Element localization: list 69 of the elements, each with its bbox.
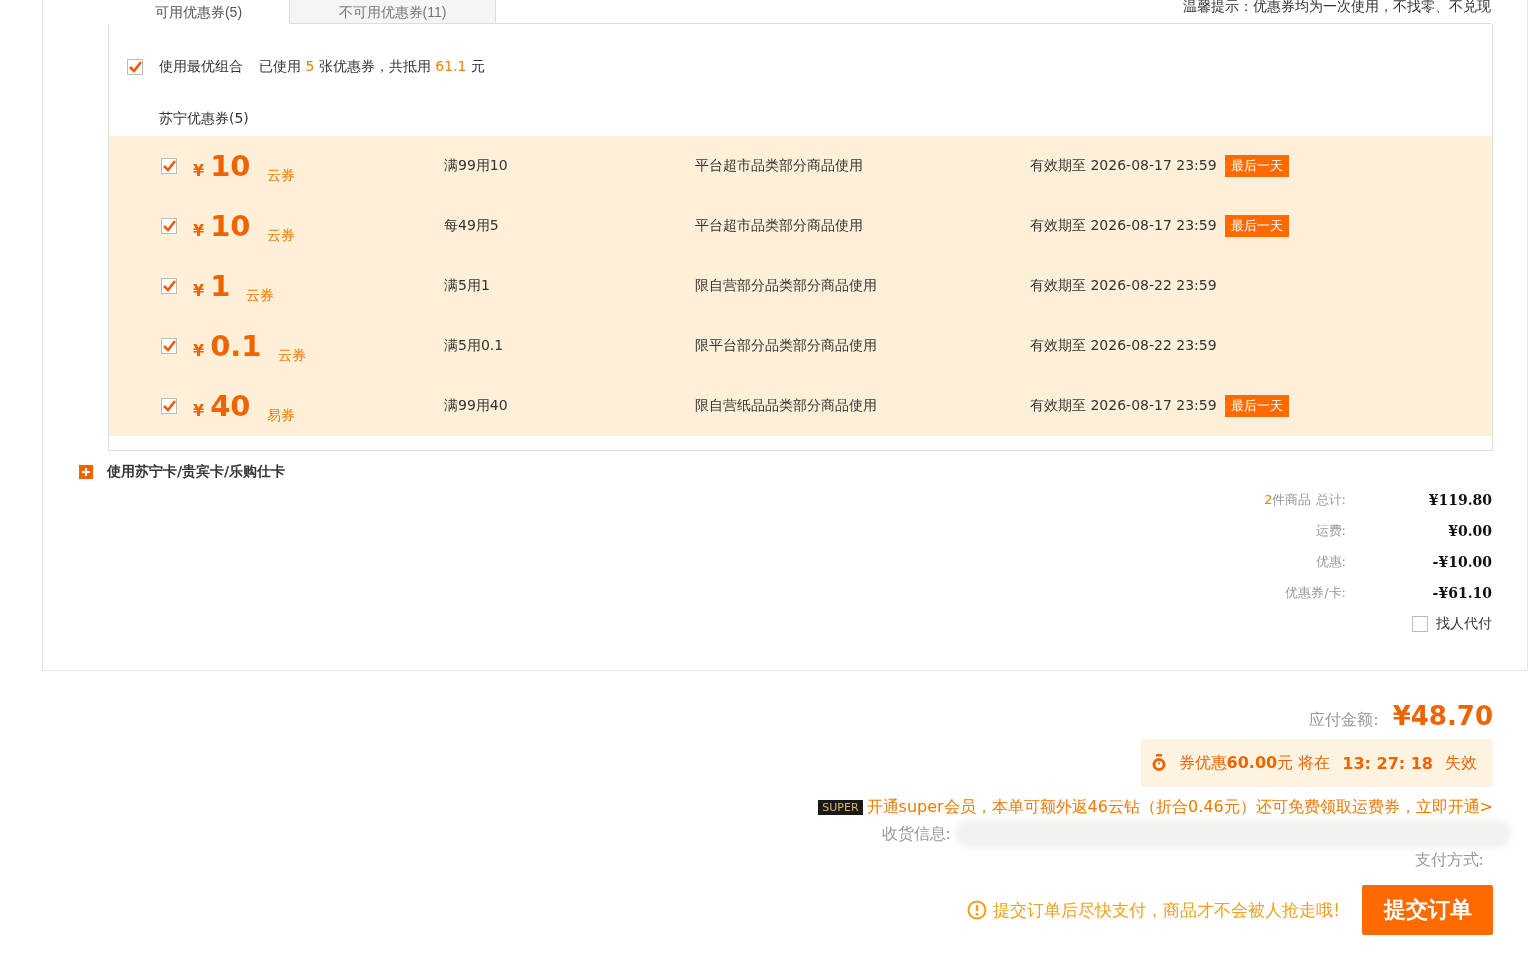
summary-label: 2件商品 总计: [1264, 490, 1346, 509]
coupon-rule: 每49用5 [444, 217, 500, 235]
coupon-scope: 限自营部分品类部分商品使用 [695, 277, 878, 295]
payable-label: 应付金额: [1309, 710, 1379, 731]
stopwatch-icon [1150, 754, 1167, 772]
checkbox[interactable] [161, 158, 177, 174]
currency-sign: ¥ [193, 341, 205, 360]
summary-value: -¥61.10 [1432, 584, 1492, 601]
expiry-tag: 最后一天 [1224, 215, 1289, 237]
checkbox[interactable] [127, 59, 143, 75]
coupon-amount: 10 [210, 149, 251, 183]
coupon-amount: 1 [210, 269, 231, 303]
countdown-text: 券优惠60.00元 将在 [1178, 752, 1331, 774]
coupon-expiry: 有效期至 2026-08-17 23:59 [1030, 157, 1217, 175]
super-badge: SUPER [818, 800, 863, 815]
checkbox[interactable] [161, 338, 177, 354]
expiry-tag: 最后一天 [1224, 155, 1289, 177]
summary-value: ¥0.00 [1448, 522, 1492, 539]
countdown-suffix: 失效 [1445, 752, 1477, 774]
group-title: 苏宁优惠券(5) [159, 110, 249, 126]
coupon-scope: 限平台部分品类部分商品使用 [695, 337, 878, 355]
coupon-rule: 满99用10 [444, 157, 509, 175]
summary-label: 运费: [1315, 521, 1346, 540]
payment-label: 支付方式: [1414, 850, 1484, 871]
coupon-expiry: 有效期至 2026-08-17 23:59 [1030, 397, 1217, 415]
coupon-rule: 满5用0.1 [444, 337, 505, 355]
warning-icon [967, 900, 988, 920]
payable-amount: ¥48.70 [1392, 701, 1493, 731]
plus-icon[interactable] [79, 465, 93, 479]
summary-value: -¥10.00 [1432, 553, 1492, 570]
summary-label: 优惠: [1315, 552, 1346, 571]
currency-sign: ¥ [193, 281, 205, 300]
cards-toggle[interactable]: 使用苏宁卡/贵宾卡/乐购仕卡 [107, 463, 286, 481]
coupon-amount: 10 [210, 209, 251, 243]
shipping-label: 收货信息: [881, 823, 951, 845]
coupon-type: 云券 [266, 167, 295, 185]
currency-sign: ¥ [193, 401, 205, 420]
summary-value: ¥119.80 [1428, 491, 1492, 508]
coupon-expiry: 有效期至 2026-08-22 23:59 [1030, 277, 1217, 295]
summary-text: 已使用 5 张优惠券，共抵用 61.1 元 [259, 58, 485, 76]
submit-button[interactable]: 提交订单 [1362, 885, 1493, 935]
coupon-scope: 平台超市品类部分商品使用 [695, 157, 864, 175]
coupon-type: 云券 [277, 347, 306, 365]
summary-label: 优惠券/卡: [1285, 583, 1346, 602]
coupon-type: 云券 [246, 287, 275, 305]
currency-sign: ¥ [193, 221, 205, 240]
coupon-rule: 满99用40 [444, 397, 509, 415]
coupon-expiry: 有效期至 2026-08-22 23:59 [1030, 337, 1217, 355]
coupon-scope: 限自营纸品品类部分商品使用 [695, 397, 878, 415]
checkbox[interactable] [161, 398, 177, 414]
checkbox[interactable] [161, 218, 177, 234]
checkbox-label: 找人代付 [1436, 614, 1492, 633]
tip-text: 温馨提示：优惠券均为一次使用，不找零、不兑现 [1183, 0, 1491, 13]
coupon-rule: 满5用1 [444, 277, 491, 295]
coupon-scope: 平台超市品类部分商品使用 [695, 217, 864, 235]
checkbox[interactable] [1412, 615, 1428, 632]
expiry-tag: 最后一天 [1224, 395, 1289, 417]
tab[interactable]: 不可用优惠券(11) [290, 0, 496, 24]
coupon-expiry: 有效期至 2026-08-17 23:59 [1030, 217, 1217, 235]
coupon-type: 云券 [266, 227, 295, 245]
checkbox[interactable] [161, 278, 177, 294]
super-link[interactable]: 开通super会员，本单可额外返46云钻（折合0.46元）还可免费领取运费券，立即开通> [866, 797, 1493, 818]
reminder-text: 提交订单后尽快支付，商品才不会被人抢走哦! [993, 898, 1340, 922]
coupon-amount: 0.1 [210, 329, 262, 363]
countdown-time: 13: 27: 18 [1342, 753, 1433, 773]
coupon-type: 易券 [266, 407, 295, 425]
coupon-amount: 40 [210, 389, 251, 423]
checkbox-label: 使用最优组合 [159, 58, 243, 76]
currency-sign: ¥ [193, 161, 205, 180]
